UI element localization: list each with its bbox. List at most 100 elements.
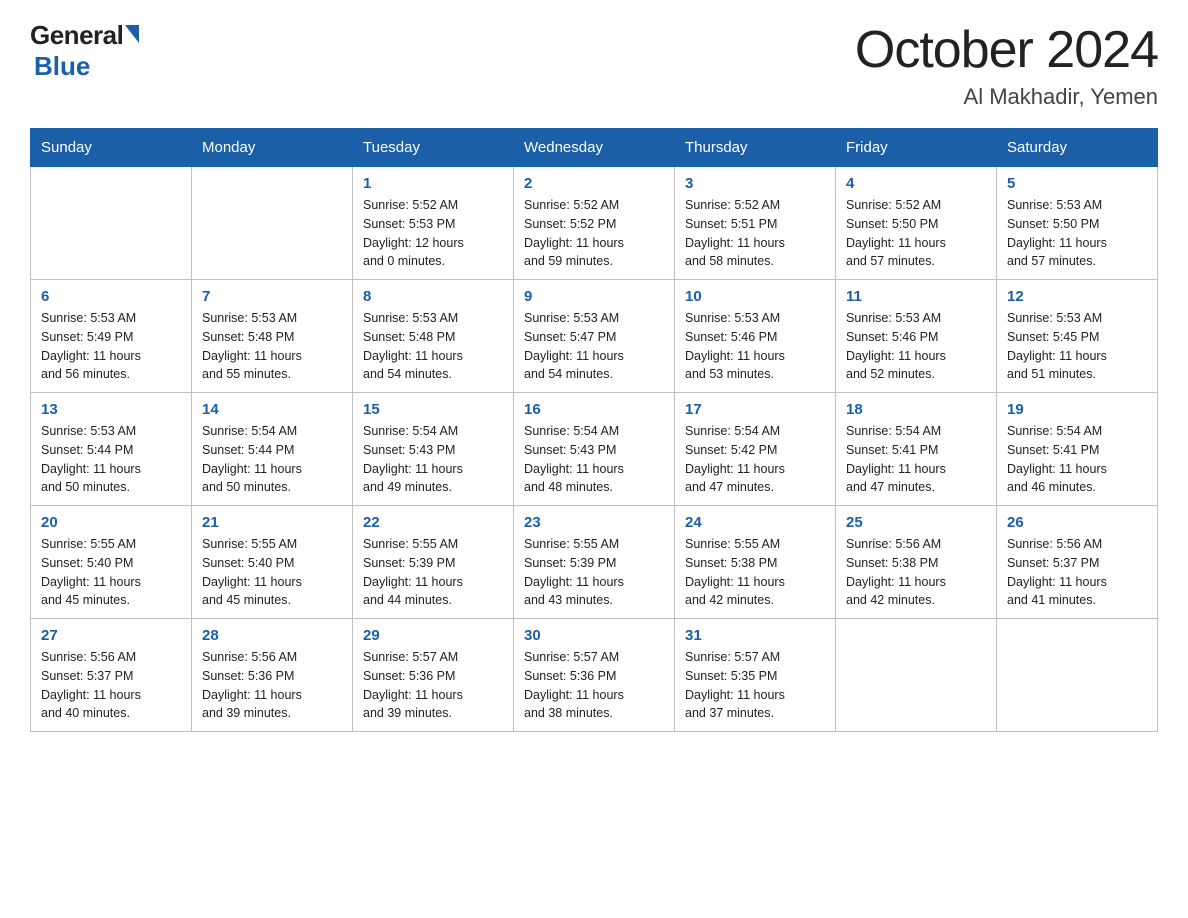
day-info: Sunrise: 5:55 AMSunset: 5:39 PMDaylight:… [363,535,503,610]
day-info: Sunrise: 5:52 AMSunset: 5:52 PMDaylight:… [524,196,664,271]
day-number: 23 [524,514,664,531]
day-number: 1 [363,175,503,192]
day-info: Sunrise: 5:55 AMSunset: 5:40 PMDaylight:… [202,535,342,610]
day-number: 15 [363,401,503,418]
logo-blue-text: Blue [34,51,90,81]
calendar-cell: 18 Sunrise: 5:54 AMSunset: 5:41 PMDayligh… [836,393,997,506]
day-info: Sunrise: 5:53 AMSunset: 5:50 PMDaylight:… [1007,196,1147,271]
day-number: 22 [363,514,503,531]
day-info: Sunrise: 5:56 AMSunset: 5:37 PMDaylight:… [41,648,181,723]
calendar-cell: 6 Sunrise: 5:53 AMSunset: 5:49 PMDaylight… [31,280,192,393]
calendar-cell: 4Sunrise: 5:52 AMSunset: 5:50 PMDaylight… [836,167,997,280]
logo-general-text: General [30,20,123,51]
day-number: 24 [685,514,825,531]
day-number: 11 [846,288,986,305]
calendar-cell: 8Sunrise: 5:53 AMSunset: 5:48 PMDaylight… [353,280,514,393]
day-number: 7 [202,288,342,305]
day-number: 14 [202,401,342,418]
day-number: 19 [1007,401,1147,418]
day-info: Sunrise: 5:52 AMSunset: 5:51 PMDaylight:… [685,196,825,271]
calendar-cell: 9 Sunrise: 5:53 AMSunset: 5:47 PMDaylight… [514,280,675,393]
day-number: 8 [363,288,503,305]
day-info: Sunrise: 5:55 AMSunset: 5:39 PMDaylight:… [524,535,664,610]
day-info: Sunrise: 5:55 AMSunset: 5:40 PMDaylight:… [41,535,181,610]
calendar-week-row: 13Sunrise: 5:53 AMSunset: 5:44 PMDayligh… [31,393,1158,506]
calendar-cell: 23 Sunrise: 5:55 AMSunset: 5:39 PMDayligh… [514,506,675,619]
day-info: Sunrise: 5:53 AMSunset: 5:45 PMDaylight:… [1007,309,1147,384]
day-number: 31 [685,627,825,644]
calendar-cell: 26 Sunrise: 5:56 AMSunset: 5:37 PMDayligh… [997,506,1158,619]
day-number: 25 [846,514,986,531]
day-info: Sunrise: 5:53 AMSunset: 5:44 PMDaylight:… [41,422,181,497]
logo: General Blue [30,20,139,82]
header-monday: Monday [192,129,353,167]
calendar-cell: 10 Sunrise: 5:53 AMSunset: 5:46 PMDayligh… [675,280,836,393]
calendar-cell [31,167,192,280]
day-number: 3 [685,175,825,192]
day-number: 26 [1007,514,1147,531]
calendar-week-row: 20 Sunrise: 5:55 AMSunset: 5:40 PMDayligh… [31,506,1158,619]
header-saturday: Saturday [997,129,1158,167]
calendar-cell: 14 Sunrise: 5:54 AMSunset: 5:44 PMDayligh… [192,393,353,506]
day-number: 9 [524,288,664,305]
logo-arrow-icon [125,25,139,43]
day-number: 28 [202,627,342,644]
day-number: 30 [524,627,664,644]
header-sunday: Sunday [31,129,192,167]
day-info: Sunrise: 5:53 AMSunset: 5:49 PMDaylight:… [41,309,181,384]
day-info: Sunrise: 5:53 AMSunset: 5:46 PMDaylight:… [846,309,986,384]
calendar-cell: 3 Sunrise: 5:52 AMSunset: 5:51 PMDaylight… [675,167,836,280]
header-friday: Friday [836,129,997,167]
calendar-cell: 31 Sunrise: 5:57 AMSunset: 5:35 PMDayligh… [675,619,836,732]
header-tuesday: Tuesday [353,129,514,167]
day-info: Sunrise: 5:55 AMSunset: 5:38 PMDaylight:… [685,535,825,610]
calendar-cell: 17 Sunrise: 5:54 AMSunset: 5:42 PMDayligh… [675,393,836,506]
day-number: 27 [41,627,181,644]
day-info: Sunrise: 5:57 AMSunset: 5:35 PMDaylight:… [685,648,825,723]
calendar-week-row: 27 Sunrise: 5:56 AMSunset: 5:37 PMDayligh… [31,619,1158,732]
calendar-cell: 22 Sunrise: 5:55 AMSunset: 5:39 PMDayligh… [353,506,514,619]
day-number: 29 [363,627,503,644]
day-info: Sunrise: 5:52 AMSunset: 5:53 PMDaylight:… [363,196,503,271]
day-info: Sunrise: 5:54 AMSunset: 5:44 PMDaylight:… [202,422,342,497]
day-number: 12 [1007,288,1147,305]
day-info: Sunrise: 5:57 AMSunset: 5:36 PMDaylight:… [363,648,503,723]
day-number: 6 [41,288,181,305]
day-number: 20 [41,514,181,531]
day-number: 17 [685,401,825,418]
main-title: October 2024 [855,20,1158,80]
day-number: 18 [846,401,986,418]
day-info: Sunrise: 5:56 AMSunset: 5:37 PMDaylight:… [1007,535,1147,610]
day-info: Sunrise: 5:54 AMSunset: 5:42 PMDaylight:… [685,422,825,497]
day-number: 2 [524,175,664,192]
day-info: Sunrise: 5:57 AMSunset: 5:36 PMDaylight:… [524,648,664,723]
calendar-cell: 12 Sunrise: 5:53 AMSunset: 5:45 PMDayligh… [997,280,1158,393]
day-number: 10 [685,288,825,305]
calendar-cell: 5 Sunrise: 5:53 AMSunset: 5:50 PMDaylight… [997,167,1158,280]
header-wednesday: Wednesday [514,129,675,167]
day-info: Sunrise: 5:54 AMSunset: 5:41 PMDaylight:… [846,422,986,497]
day-info: Sunrise: 5:53 AMSunset: 5:47 PMDaylight:… [524,309,664,384]
calendar-header-row: SundayMondayTuesdayWednesdayThursdayFrid… [31,129,1158,167]
calendar-cell: 20 Sunrise: 5:55 AMSunset: 5:40 PMDayligh… [31,506,192,619]
subtitle: Al Makhadir, Yemen [855,84,1158,110]
header-thursday: Thursday [675,129,836,167]
day-info: Sunrise: 5:56 AMSunset: 5:38 PMDaylight:… [846,535,986,610]
calendar-cell: 16Sunrise: 5:54 AMSunset: 5:43 PMDayligh… [514,393,675,506]
header: General Blue October 2024 Al Makhadir, Y… [30,20,1158,110]
calendar-cell: 19Sunrise: 5:54 AMSunset: 5:41 PMDayligh… [997,393,1158,506]
calendar-cell: 1 Sunrise: 5:52 AMSunset: 5:53 PMDaylight… [353,167,514,280]
calendar-cell: 2 Sunrise: 5:52 AMSunset: 5:52 PMDaylight… [514,167,675,280]
calendar-cell: 27 Sunrise: 5:56 AMSunset: 5:37 PMDayligh… [31,619,192,732]
day-info: Sunrise: 5:53 AMSunset: 5:46 PMDaylight:… [685,309,825,384]
calendar-cell [997,619,1158,732]
calendar-cell: 15Sunrise: 5:54 AMSunset: 5:43 PMDayligh… [353,393,514,506]
day-info: Sunrise: 5:54 AMSunset: 5:43 PMDaylight:… [524,422,664,497]
calendar-cell: 28 Sunrise: 5:56 AMSunset: 5:36 PMDayligh… [192,619,353,732]
day-info: Sunrise: 5:56 AMSunset: 5:36 PMDaylight:… [202,648,342,723]
calendar-week-row: 6 Sunrise: 5:53 AMSunset: 5:49 PMDaylight… [31,280,1158,393]
day-info: Sunrise: 5:53 AMSunset: 5:48 PMDaylight:… [202,309,342,384]
day-number: 5 [1007,175,1147,192]
calendar-cell: 7 Sunrise: 5:53 AMSunset: 5:48 PMDaylight… [192,280,353,393]
day-number: 21 [202,514,342,531]
